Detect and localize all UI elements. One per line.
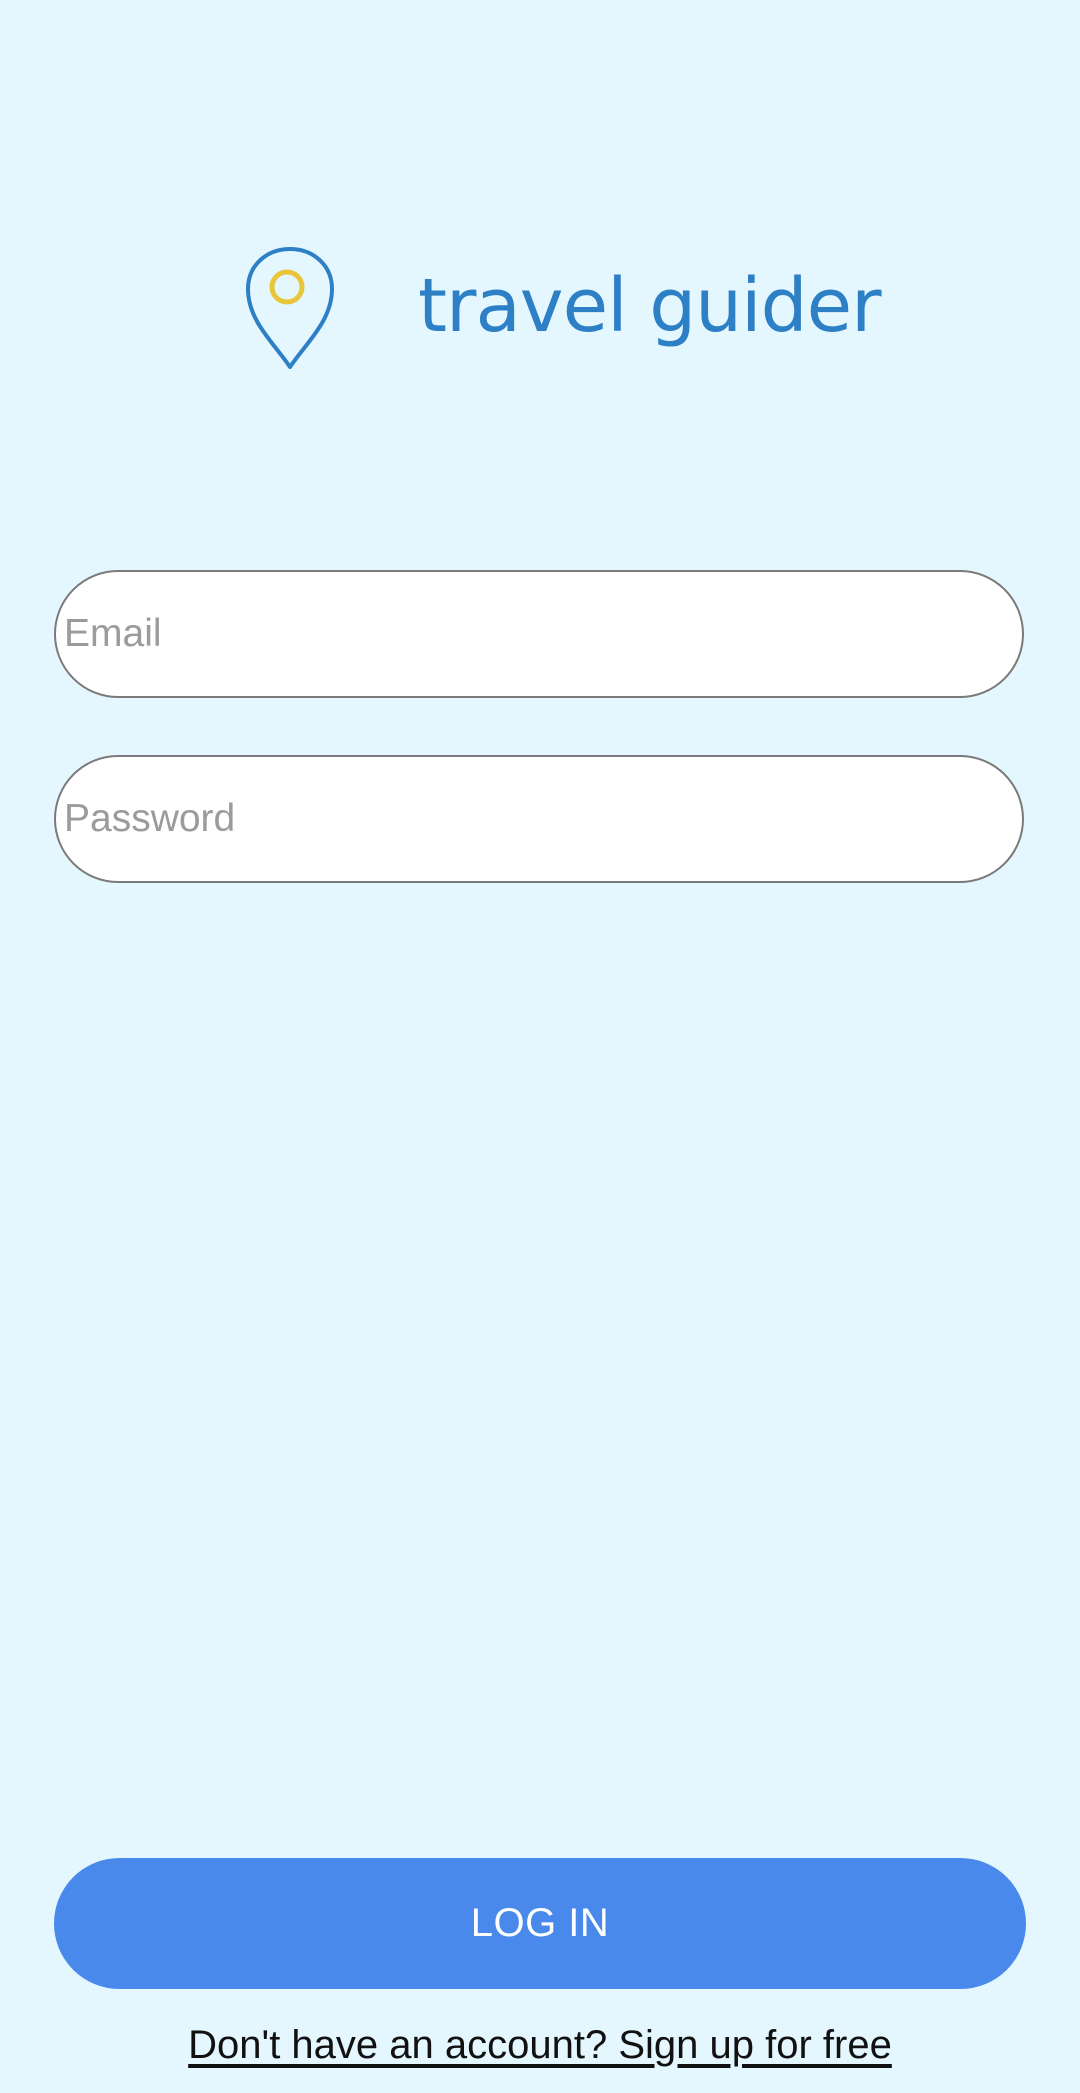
email-field[interactable]	[54, 570, 1024, 698]
app-name: travel guider	[418, 263, 882, 349]
login-button[interactable]: LOG IN	[54, 1858, 1026, 1989]
map-pin-icon	[246, 247, 334, 369]
signup-link[interactable]: Don't have an account? Sign up for free	[0, 2023, 1080, 2068]
password-field[interactable]	[54, 755, 1024, 883]
app-logo: travel guider	[240, 245, 882, 375]
